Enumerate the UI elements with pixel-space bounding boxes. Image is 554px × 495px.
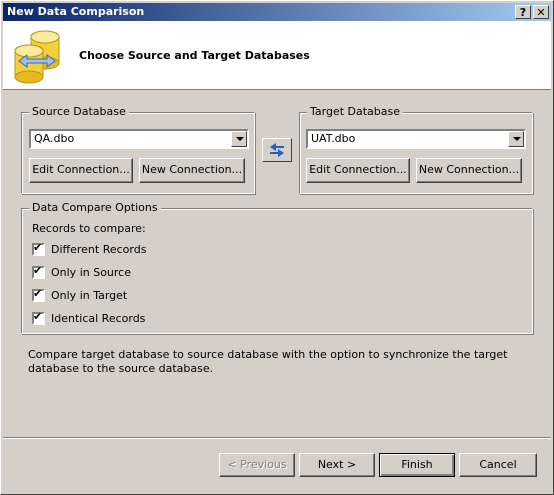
page-title: Choose Source and Target Databases xyxy=(79,49,310,62)
previous-button[interactable]: < Previous xyxy=(219,453,295,477)
wizard-header: Choose Source and Target Databases xyxy=(3,21,551,90)
close-button[interactable]: ✕ xyxy=(533,5,549,19)
finish-button[interactable]: Finish xyxy=(379,453,455,477)
swap-databases-button[interactable] xyxy=(262,138,292,162)
records-to-compare-label: Records to compare: xyxy=(32,222,146,235)
database-swap-icon xyxy=(14,30,60,84)
target-edit-connection-button[interactable]: Edit Connection... xyxy=(306,158,410,183)
next-button[interactable]: Next > xyxy=(299,453,375,477)
different-records-label[interactable]: Different Records xyxy=(51,243,146,256)
target-database-select[interactable]: UAT.dbo xyxy=(306,129,526,149)
identical-records-checkbox[interactable] xyxy=(32,310,45,325)
target-new-connection-button[interactable]: New Connection... xyxy=(416,158,522,183)
chevron-down-icon[interactable] xyxy=(508,131,524,147)
help-button[interactable]: ? xyxy=(515,5,531,19)
swap-arrows-icon xyxy=(270,143,284,157)
source-edit-connection-button[interactable]: Edit Connection... xyxy=(29,158,133,183)
new-data-comparison-dialog: New Data Comparison ? ✕ Choose Source an… xyxy=(0,0,554,495)
footer-separator-highlight xyxy=(3,438,551,439)
only-in-source-checkbox[interactable] xyxy=(32,264,45,279)
description-text: Compare target database to source databa… xyxy=(28,348,508,375)
target-database-value: UAT.dbo xyxy=(311,132,356,145)
only-in-target-label[interactable]: Only in Target xyxy=(51,289,127,302)
only-in-target-checkbox[interactable] xyxy=(32,287,45,302)
window-title: New Data Comparison xyxy=(7,5,145,18)
title-bar[interactable]: New Data Comparison ? ✕ xyxy=(3,3,551,21)
identical-records-label[interactable]: Identical Records xyxy=(51,312,145,325)
source-new-connection-button[interactable]: New Connection... xyxy=(139,158,245,183)
only-in-source-label[interactable]: Only in Source xyxy=(51,266,131,279)
target-database-legend: Target Database xyxy=(307,105,404,118)
different-records-checkbox[interactable] xyxy=(32,241,45,256)
chevron-down-icon[interactable] xyxy=(231,131,247,147)
cancel-button[interactable]: Cancel xyxy=(459,453,537,477)
source-database-legend: Source Database xyxy=(29,105,129,118)
source-database-value: QA.dbo xyxy=(34,132,75,145)
source-database-select[interactable]: QA.dbo xyxy=(29,129,249,149)
data-compare-options-legend: Data Compare Options xyxy=(29,201,161,214)
